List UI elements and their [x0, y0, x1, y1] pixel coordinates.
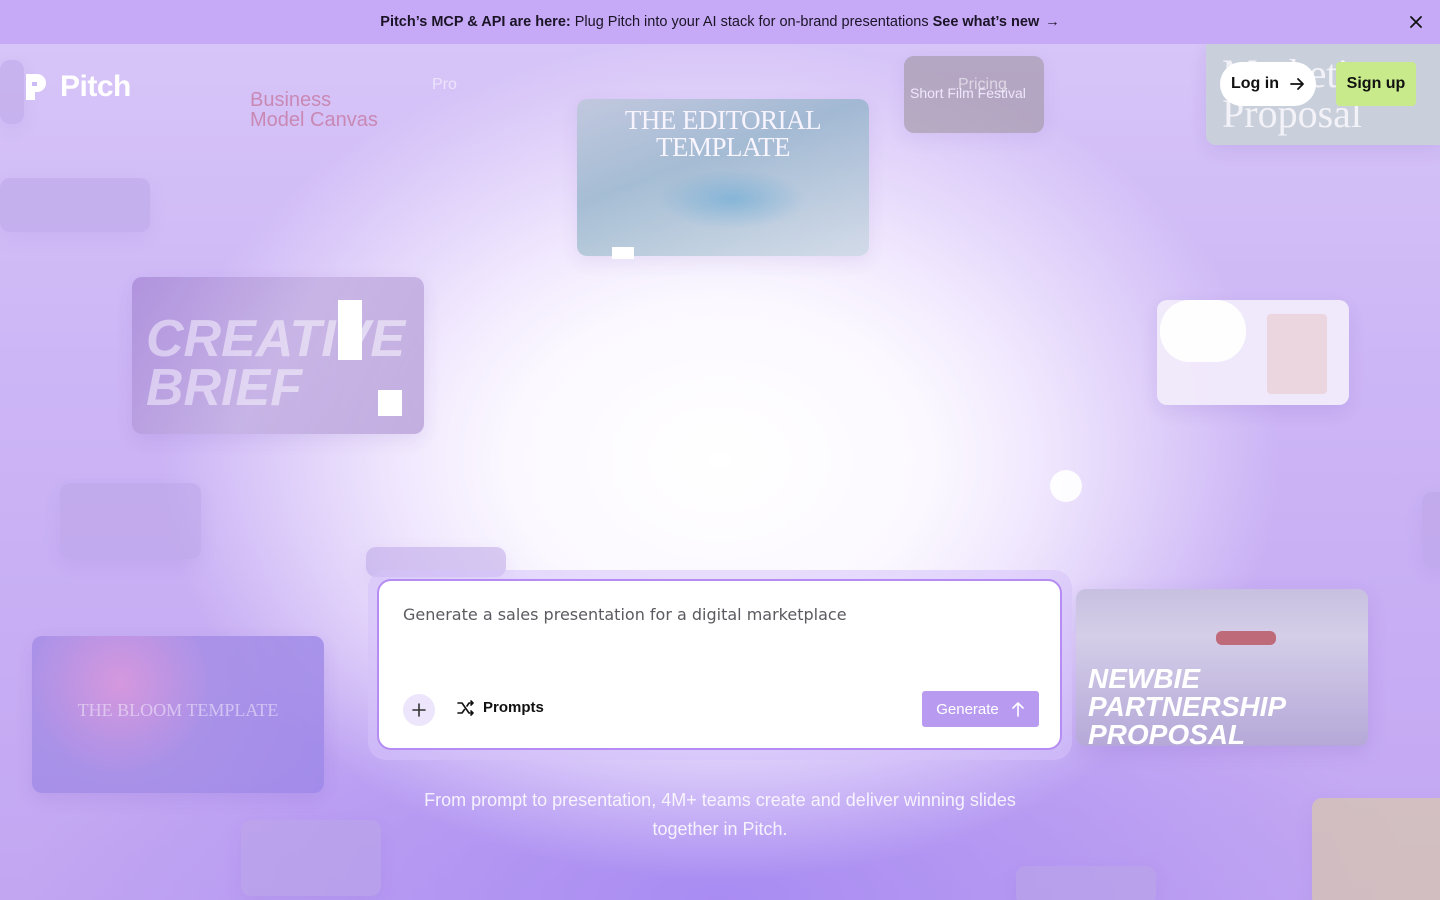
prompt-input[interactable]: Generate a sales presentation for a digi…	[403, 605, 847, 624]
logo-text: Pitch	[60, 70, 131, 103]
template-card-small	[60, 483, 201, 559]
template-card-small	[1312, 798, 1440, 900]
pitch-logo-icon	[26, 74, 46, 100]
headline-fragment	[612, 247, 634, 259]
headline-fragment	[1160, 300, 1246, 362]
template-card-small	[1422, 492, 1440, 568]
announcement-link[interactable]: See what’s new	[933, 14, 1040, 30]
generate-button[interactable]: Generate	[922, 691, 1039, 727]
close-icon[interactable]	[1406, 12, 1426, 32]
signup-button[interactable]: Sign up	[1336, 62, 1416, 106]
template-card-small	[241, 820, 381, 896]
generate-label: Generate	[936, 700, 999, 718]
headline-fragment	[1050, 470, 1082, 502]
template-card-bloom: THE BLOOM TEMPLATE	[32, 636, 324, 793]
prompt-box[interactable]: Generate a sales presentation for a digi…	[377, 579, 1062, 750]
template-title: NEWBIE PARTNERSHIP PROPOSAL	[1088, 663, 1286, 747]
announcement-body: Plug Pitch into your AI stack for on-bra…	[574, 14, 929, 30]
prompts-button[interactable]: Prompts	[457, 699, 544, 716]
login-button[interactable]: Log in	[1220, 62, 1316, 106]
shuffle-icon	[457, 699, 474, 716]
template-card-newbie: NEWBIE PARTNERSHIP PROPOSAL	[1076, 589, 1368, 746]
hero-subtitle: From prompt to presentation, 4M+ teams c…	[424, 790, 1016, 839]
card-image	[1216, 631, 1276, 645]
arrow-right-icon	[1290, 78, 1304, 90]
headline-fragment	[338, 300, 362, 360]
template-card-small	[0, 178, 150, 232]
site-header: Pitch Pro Pricing Log in Sign up	[0, 44, 1440, 124]
card-image	[1267, 314, 1327, 394]
pitch-logo[interactable]: Pitch	[24, 70, 131, 104]
nav-pricing[interactable]: Pricing	[958, 76, 1007, 94]
headline-fragment	[378, 390, 402, 416]
prompts-label: Prompts	[483, 699, 544, 716]
arrow-up-icon	[1011, 702, 1024, 717]
login-label: Log in	[1231, 75, 1279, 92]
template-card-small	[1016, 866, 1156, 900]
signup-label: Sign up	[1346, 75, 1406, 92]
headline-fragment	[200, 250, 350, 388]
announcement-lead: Pitch’s MCP & API are here:	[380, 14, 571, 30]
announcement-bar: Pitch’s MCP & API are here: Plug Pitch i…	[0, 0, 1440, 44]
arrow-right-icon: →	[1045, 14, 1060, 30]
card-image	[657, 169, 807, 229]
plus-icon	[412, 703, 426, 717]
add-attachment-button[interactable]	[403, 694, 435, 726]
nav-product[interactable]: Pro	[432, 76, 457, 94]
template-title: THE BLOOM TEMPLATE	[77, 700, 279, 720]
